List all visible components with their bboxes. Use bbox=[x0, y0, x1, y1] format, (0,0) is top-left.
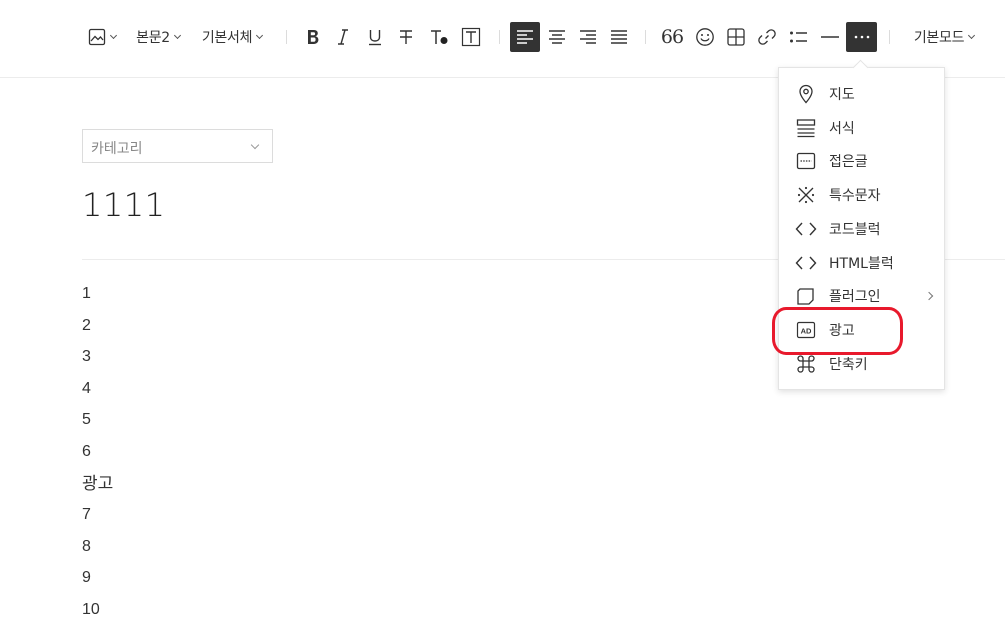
italic-button[interactable] bbox=[330, 22, 356, 52]
special-char-icon bbox=[795, 184, 817, 206]
chevron-down-icon bbox=[250, 140, 260, 150]
editor-mode-label: 기본모드 bbox=[913, 30, 965, 46]
menu-item-code-block[interactable]: 코드블럭 bbox=[779, 212, 944, 246]
align-left-button[interactable] bbox=[510, 22, 540, 52]
toolbar-divider bbox=[889, 30, 890, 44]
italic-icon bbox=[338, 29, 348, 45]
strikethrough-icon bbox=[400, 30, 412, 44]
menu-item-label: 특수문자 bbox=[829, 188, 881, 204]
toolbar-divider bbox=[645, 30, 646, 44]
plugin-icon bbox=[795, 285, 817, 307]
menu-item-label: HTML블럭 bbox=[829, 256, 894, 272]
map-pin-icon bbox=[795, 83, 817, 105]
svg-text:AD: AD bbox=[801, 326, 812, 335]
menu-item-template[interactable]: 서식 bbox=[779, 111, 944, 145]
fold-icon bbox=[795, 150, 817, 172]
align-center-button[interactable] bbox=[542, 22, 572, 52]
more-dots-icon bbox=[854, 35, 869, 39]
insert-image-button[interactable] bbox=[86, 22, 118, 52]
chevron-down-icon bbox=[256, 31, 264, 39]
code-icon bbox=[795, 218, 817, 240]
text-background-button[interactable] bbox=[458, 22, 484, 52]
underline-button[interactable] bbox=[362, 22, 388, 52]
list-icon bbox=[790, 31, 807, 43]
align-right-icon bbox=[580, 30, 596, 44]
body-line: 7 bbox=[82, 506, 91, 524]
align-left-icon bbox=[517, 30, 533, 44]
paragraph-style-label: 본문2 bbox=[136, 30, 170, 46]
font-dropdown[interactable]: 기본서체 bbox=[196, 22, 268, 52]
menu-item-plugin[interactable]: 플러그인 bbox=[779, 279, 944, 313]
body-line: 10 bbox=[82, 600, 100, 618]
body-line: 3 bbox=[82, 348, 91, 366]
menu-item-label: 접은글 bbox=[829, 154, 868, 170]
text-background-icon bbox=[461, 27, 481, 47]
toolbar-divider bbox=[286, 30, 287, 44]
quote-button[interactable]: 66 bbox=[659, 22, 685, 52]
editor-mode-dropdown[interactable]: 기본모드 bbox=[908, 22, 980, 52]
horizontal-rule-button[interactable] bbox=[817, 22, 843, 52]
smile-icon bbox=[696, 28, 714, 46]
more-menu: 지도 서식 접은글 특수문자 코드블럭 HTML블럭 플러그인 AD 광고 단축… bbox=[778, 67, 945, 390]
chevron-down-icon bbox=[109, 31, 118, 39]
table-button[interactable] bbox=[723, 22, 749, 52]
bold-icon bbox=[308, 30, 319, 44]
body-line: 9 bbox=[82, 569, 91, 587]
ad-icon: AD bbox=[795, 319, 817, 341]
menu-item-map[interactable]: 지도 bbox=[779, 77, 944, 111]
html-icon bbox=[795, 252, 817, 274]
toolbar-divider bbox=[499, 30, 500, 44]
table-icon bbox=[727, 28, 745, 46]
menu-item-fold[interactable]: 접은글 bbox=[779, 144, 944, 178]
body-line: 1 bbox=[82, 285, 91, 302]
align-center-icon bbox=[549, 30, 565, 44]
category-dropdown[interactable]: 카테고리 bbox=[82, 129, 273, 163]
link-icon bbox=[758, 29, 776, 45]
post-body[interactable]: 1 2 3 4 5 6 광고 7 8 9 10 bbox=[82, 283, 113, 631]
post-title[interactable]: 1111 bbox=[82, 186, 165, 224]
strikethrough-button[interactable] bbox=[393, 22, 419, 52]
link-button[interactable] bbox=[754, 22, 780, 52]
chevron-down-icon bbox=[173, 31, 181, 39]
bold-button[interactable] bbox=[300, 22, 326, 52]
menu-item-label: 지도 bbox=[829, 87, 855, 103]
body-line: 4 bbox=[82, 379, 91, 397]
chevron-down-icon bbox=[968, 31, 976, 39]
text-color-button[interactable] bbox=[426, 22, 452, 52]
body-line: 8 bbox=[82, 537, 91, 555]
category-placeholder: 카테고리 bbox=[91, 141, 143, 157]
emoji-button[interactable] bbox=[692, 22, 718, 52]
font-label: 기본서체 bbox=[201, 30, 253, 46]
menu-item-shortcuts[interactable]: 단축키 bbox=[779, 347, 944, 381]
template-icon bbox=[795, 117, 817, 139]
menu-item-label: 광고 bbox=[829, 323, 855, 339]
menu-item-label: 플러그인 bbox=[829, 289, 881, 305]
menu-item-label: 코드블럭 bbox=[829, 222, 881, 238]
menu-item-label: 단축키 bbox=[829, 357, 868, 373]
body-line: 2 bbox=[82, 316, 91, 334]
body-line: 5 bbox=[82, 411, 91, 429]
menu-item-ad[interactable]: AD 광고 bbox=[779, 313, 944, 347]
body-line: 6 bbox=[82, 442, 91, 460]
menu-item-html-block[interactable]: HTML블럭 bbox=[779, 246, 944, 280]
align-right-button[interactable] bbox=[573, 22, 603, 52]
horizontal-rule-icon bbox=[821, 36, 839, 38]
chevron-right-icon bbox=[924, 291, 934, 301]
underline-icon bbox=[369, 30, 381, 46]
image-icon bbox=[88, 28, 106, 46]
quote-icon: 66 bbox=[660, 26, 684, 48]
command-icon bbox=[795, 353, 817, 375]
menu-item-special-char[interactable]: 특수문자 bbox=[779, 178, 944, 212]
align-justify-button[interactable] bbox=[604, 22, 634, 52]
bullet-list-button[interactable] bbox=[786, 22, 812, 52]
text-color-icon bbox=[431, 30, 448, 44]
align-justify-icon bbox=[611, 30, 627, 44]
menu-item-label: 서식 bbox=[829, 121, 855, 137]
more-button[interactable] bbox=[846, 22, 877, 52]
body-line-ad: 광고 bbox=[82, 473, 114, 494]
paragraph-style-dropdown[interactable]: 본문2 bbox=[133, 22, 183, 52]
